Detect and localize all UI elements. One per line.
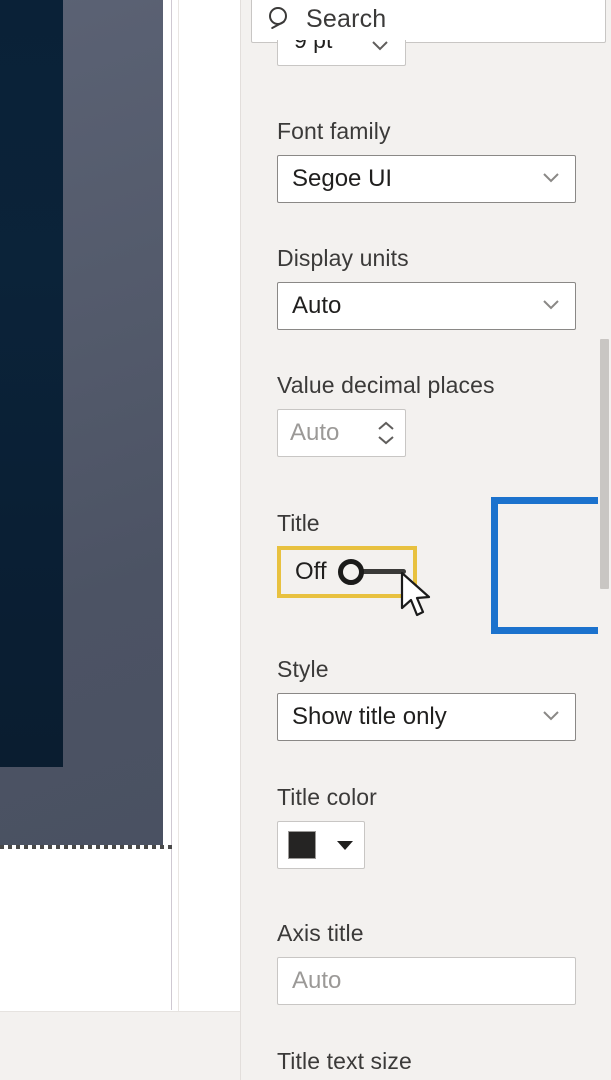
annotation-highlight-box [491,497,611,634]
style-dropdown[interactable]: Show title only [277,693,576,741]
field-title-color: Title color [277,784,577,869]
text-size-dropdown[interactable]: 9 pt [277,40,406,66]
font-family-value: Segoe UI [292,165,393,192]
stepper-arrows[interactable] [375,420,397,446]
format-pane: Search 9 pt Font family Segoe UI Display… [240,0,611,1080]
text-size-value: 9 pt [294,40,333,53]
field-title-text-size: Title text size [277,1048,577,1080]
toggle-track [357,569,406,574]
field-value-decimal-places: Value decimal places Auto [277,372,577,457]
field-axis-title: Axis title Auto [277,920,577,1005]
axis-title-label: Axis title [277,920,364,946]
title-text-size-label: Title text size [277,1048,412,1074]
title-color-picker[interactable] [277,821,365,869]
color-swatch [288,831,316,859]
report-canvas-area [0,0,240,1080]
chevron-down-icon [539,292,563,321]
visual-image-dark-region [0,0,63,767]
title-toggle-state-text: Off [295,558,327,585]
chevron-down-icon [539,703,563,732]
font-family-dropdown[interactable]: Segoe UI [277,155,576,203]
axis-title-value: Auto [292,967,342,994]
title-toggle-focus-ring[interactable]: Off [277,546,417,598]
search-icon [266,4,296,34]
field-display-units: Display units Auto [277,245,577,330]
toggle-switch-off-icon[interactable] [337,559,406,585]
chevron-down-icon [378,436,394,445]
display-units-value: Auto [292,292,342,319]
canvas-white-background [173,0,240,1011]
chevron-up-icon [378,421,394,430]
chevron-down-icon [367,40,393,63]
pane-scrollbar-track[interactable] [598,44,611,1080]
search-placeholder-text: Search [306,5,387,33]
title-color-label: Title color [277,784,377,810]
style-value: Show title only [292,703,447,730]
value-decimal-places-value: Auto [290,419,340,446]
value-decimal-places-stepper[interactable]: Auto [277,409,406,457]
font-family-label: Font family [277,118,391,144]
display-units-dropdown[interactable]: Auto [277,282,576,330]
pane-scrollbar-thumb[interactable] [600,339,609,589]
chevron-down-icon [539,165,563,194]
toggle-knob [337,559,364,585]
canvas-bottom-bar [0,1011,240,1080]
field-font-family: Font family Segoe UI [277,118,577,203]
triangle-down-icon[interactable] [337,840,353,850]
field-style: Style Show title only [277,656,577,741]
visual-image[interactable] [0,0,163,845]
axis-title-input[interactable]: Auto [277,957,576,1005]
style-label: Style [277,656,329,682]
report-page[interactable] [0,0,172,1010]
canvas-divider-line [178,0,179,1011]
search-input[interactable]: Search [251,0,606,43]
value-decimal-places-label: Value decimal places [277,372,495,398]
display-units-label: Display units [277,245,409,271]
visual-selection-border [0,845,172,849]
